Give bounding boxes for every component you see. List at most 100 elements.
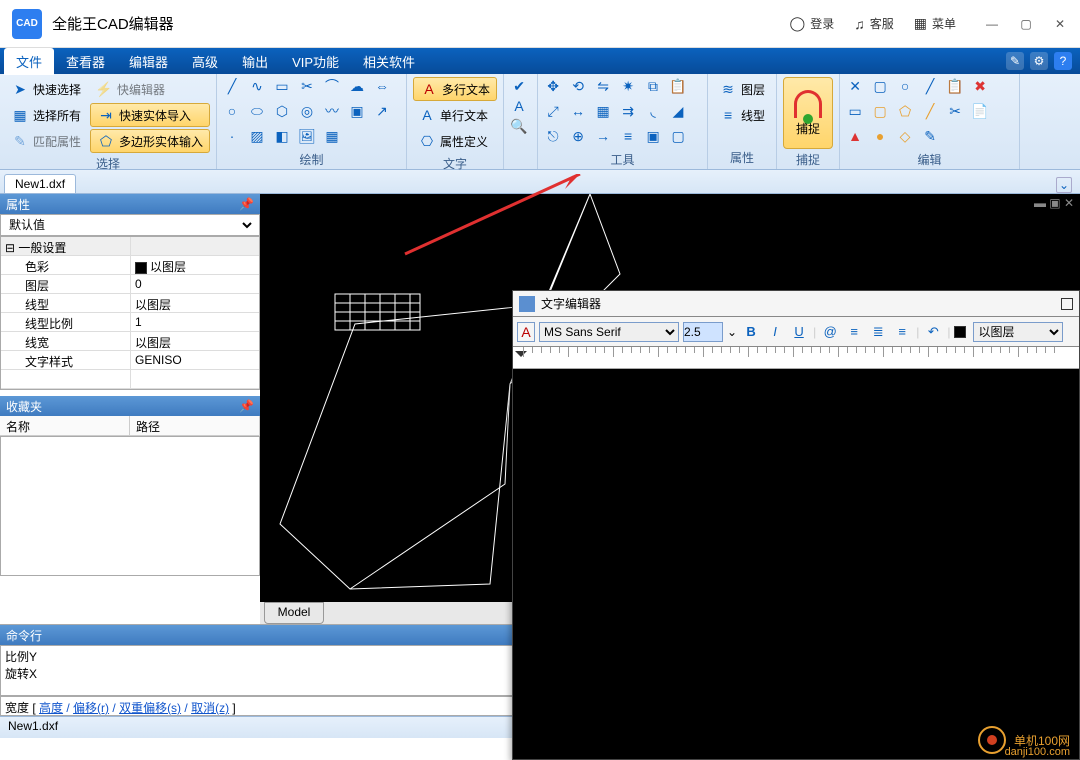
brush-icon[interactable]: ✎ [921, 127, 939, 145]
dim-icon[interactable]: ⇔ [373, 77, 391, 95]
fav-col-path[interactable]: 路径 [130, 416, 260, 435]
cmd-opt-offset[interactable]: 偏移(r) [73, 701, 109, 715]
attdef-button[interactable]: ⎔属性定义 [413, 129, 497, 153]
font-size-input[interactable] [683, 322, 723, 342]
check-icon[interactable]: ✔ [510, 77, 528, 95]
close-button[interactable]: ✕ [1052, 16, 1068, 32]
align-left-button[interactable]: ≡ [844, 322, 864, 342]
italic-button[interactable]: I [765, 322, 785, 342]
cmd-opt-double[interactable]: 双重偏移(s) [119, 701, 181, 715]
color-select[interactable]: 以图层 [973, 322, 1063, 342]
undo-button[interactable]: ↶ [923, 322, 943, 342]
clipboard-icon[interactable]: 📋 [946, 77, 964, 95]
align-center-button[interactable]: ≣ [868, 322, 888, 342]
spline-icon[interactable]: 〰 [323, 102, 341, 120]
chamfer-icon[interactable]: ◢ [669, 102, 687, 120]
sel-line-icon[interactable]: ╱ [921, 102, 939, 120]
sel-rect-icon[interactable]: ▭ [846, 102, 864, 120]
line2-icon[interactable]: ╱ [921, 77, 939, 95]
tab-editor[interactable]: 编辑器 [117, 48, 180, 75]
quick-editor-button[interactable]: ⚡快编辑器 [90, 77, 210, 101]
sel-poly-icon[interactable]: ⬠ [896, 102, 914, 120]
table-icon[interactable]: ▦ [323, 127, 341, 145]
quick-select-button[interactable]: ➤快速选择 [6, 77, 86, 101]
pin-icon-2[interactable]: 📌 [239, 399, 254, 413]
align-right-button[interactable]: ≡ [892, 322, 912, 342]
array-icon[interactable]: ▦ [594, 102, 612, 120]
offset-icon[interactable]: ⇉ [619, 102, 637, 120]
prop-row-ltype[interactable]: 线型以图层 [1, 294, 259, 313]
line-icon[interactable]: ╱ [223, 77, 241, 95]
capture-button[interactable]: 捕捉 [783, 77, 833, 149]
text-style-icon[interactable]: A [510, 97, 528, 115]
prop-row-layer[interactable]: 图层0 [1, 275, 259, 294]
ring-icon[interactable]: ◎ [298, 102, 316, 120]
stretch-icon[interactable]: ↔ [569, 102, 587, 120]
cmd-opt-cancel[interactable]: 取消(z) [191, 701, 229, 715]
default-value-select[interactable]: 默认值 [0, 214, 260, 236]
circle-icon[interactable]: ○ [223, 102, 241, 120]
sel-sq-icon[interactable]: ▢ [871, 102, 889, 120]
fav-col-name[interactable]: 名称 [0, 416, 130, 435]
scale-icon[interactable]: ⤢ [544, 102, 562, 120]
ellipse-icon[interactable]: ⬭ [248, 102, 266, 120]
pin-icon[interactable]: 📌 [239, 197, 254, 211]
find-icon[interactable]: 🔍 [510, 117, 528, 135]
explode-icon[interactable]: ✷ [619, 77, 637, 95]
hexagon-icon[interactable]: ⬡ [273, 102, 291, 120]
extend-icon[interactable]: → [594, 127, 612, 145]
cut-icon[interactable]: ✂ [946, 102, 964, 120]
chevron-down-icon[interactable]: ⌄ [727, 325, 737, 339]
text-editor-titlebar[interactable]: 文字编辑器 [513, 291, 1079, 317]
circle2-icon[interactable]: ○ [896, 77, 914, 95]
edit-icon[interactable]: ✎ [1006, 52, 1024, 70]
tab-viewer[interactable]: 查看器 [54, 48, 117, 75]
underline-button[interactable]: U [789, 322, 809, 342]
file-tab[interactable]: New1.dxf [4, 174, 76, 193]
copy-icon[interactable]: ⧉ [644, 77, 662, 95]
move-icon[interactable]: ✥ [544, 77, 562, 95]
cloud-icon[interactable]: ☁ [348, 77, 366, 95]
help-icon[interactable]: ? [1054, 52, 1072, 70]
tab-output[interactable]: 输出 [230, 48, 280, 75]
paste-icon[interactable]: 📋 [669, 77, 687, 95]
cmd-opt-height[interactable]: 高度 [39, 701, 63, 715]
prop-row-lscale[interactable]: 线型比例1 [1, 313, 259, 332]
mtext-button[interactable]: A多行文本 [413, 77, 497, 101]
leader-icon[interactable]: ↗ [373, 102, 391, 120]
join-icon[interactable]: ⊕ [569, 127, 587, 145]
text-editor-ruler[interactable] [513, 347, 1079, 369]
align-icon[interactable]: ≡ [619, 127, 637, 145]
settings-icon[interactable]: ⚙ [1030, 52, 1048, 70]
group-icon[interactable]: ▣ [644, 127, 662, 145]
fillet-icon[interactable]: ◟ [644, 102, 662, 120]
tab-vip[interactable]: VIP功能 [280, 48, 351, 75]
polyline-icon[interactable]: ∿ [248, 77, 266, 95]
block-icon[interactable]: ▣ [348, 102, 366, 120]
maximize-icon[interactable] [1061, 298, 1073, 310]
trim-icon[interactable]: ✂ [298, 77, 316, 95]
maximize-button[interactable]: ▢ [1018, 16, 1034, 32]
viewport-controls[interactable]: ▬ ▣ ✕ [1034, 196, 1074, 210]
support-button[interactable]: ♫客服 [844, 11, 904, 36]
font-select[interactable]: MS Sans Serif [539, 322, 679, 342]
tab-file[interactable]: 文件 [4, 48, 54, 75]
image-icon[interactable]: 🖼 [298, 127, 316, 145]
bold-button[interactable]: B [741, 322, 761, 342]
color-swatch[interactable] [954, 326, 966, 338]
minimize-button[interactable]: ― [984, 16, 1000, 32]
match-props-button[interactable]: ✎匹配属性 [6, 129, 86, 153]
tri-icon[interactable]: ▲ [846, 127, 864, 145]
at-button[interactable]: @ [820, 322, 840, 342]
mirror-icon[interactable]: ⇋ [594, 77, 612, 95]
break-icon[interactable]: ⎋ [544, 127, 562, 145]
polygon-input-button[interactable]: ⬠多边形实体输入 [90, 129, 210, 153]
text-editor-canvas[interactable] [513, 369, 1079, 749]
delete-icon[interactable]: ✖ [971, 77, 989, 95]
tab-related[interactable]: 相关软件 [351, 48, 427, 75]
gradient-icon[interactable]: ◧ [273, 127, 291, 145]
prop-row-tstyle[interactable]: 文字样式GENISO [1, 351, 259, 370]
hatch-icon[interactable]: ▨ [248, 127, 266, 145]
rect-icon[interactable]: ▭ [273, 77, 291, 95]
entity-import-button[interactable]: ⇥快速实体导入 [90, 103, 210, 127]
